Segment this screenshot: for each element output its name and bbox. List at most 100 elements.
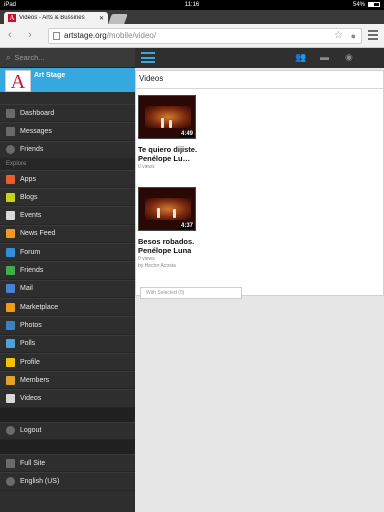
messages-icon[interactable]: ▬: [320, 52, 329, 62]
sidebar-item-label: Photos: [20, 321, 42, 329]
sidebar-separator: [0, 407, 135, 422]
page-title: Videos: [136, 71, 383, 89]
main-top-bar: 👥 ▬ ◉: [135, 48, 384, 68]
sidebar-item-label: Marketplace: [20, 303, 59, 311]
sidebar-item-friends[interactable]: Friends: [0, 261, 135, 280]
sidebar-item-polls[interactable]: Polls: [0, 334, 135, 353]
battery-status: 54%: [353, 2, 380, 8]
blogs-icon: [6, 192, 15, 202]
full-site-link[interactable]: Full Site: [0, 454, 135, 473]
tab-title: Videos - Arts & Bussines: [19, 15, 85, 21]
sidebar-item-events[interactable]: Events: [0, 206, 135, 225]
sidebar-item-label: Forum: [20, 248, 41, 256]
sidebar-item-news-feed[interactable]: News Feed: [0, 224, 135, 244]
browser-toolbar: ‹ › artstage.org/mobile/video/ ☆ ●: [0, 24, 384, 48]
new-tab-button[interactable]: [108, 14, 128, 24]
sidebar-item-photos[interactable]: Photos: [0, 316, 135, 335]
sidebar-item-label: Polls: [20, 340, 36, 348]
bookmark-star-icon[interactable]: ☆: [334, 29, 343, 43]
apps-icon: [6, 174, 15, 184]
video-duration: 4:37: [179, 223, 194, 229]
menu-toggle-icon[interactable]: [141, 52, 155, 63]
explore-header: Explore: [0, 158, 135, 170]
video-title[interactable]: Te quiero dijiste. Penélope Lu…: [138, 145, 198, 163]
sidebar-item-videos[interactable]: Videos: [0, 389, 135, 408]
monitor-icon: [6, 458, 15, 468]
sidebar-item-label: Apps: [20, 175, 36, 183]
thumbnail-figure: [173, 209, 176, 218]
logout-label: Logout: [20, 427, 42, 435]
sidebar-item-marketplace[interactable]: Marketplace: [0, 297, 135, 317]
tab-close-icon[interactable]: ✕: [99, 15, 104, 22]
search-icon: ⌕: [6, 52, 11, 62]
friends-icon: [6, 266, 15, 276]
sidebar: ⌕ Search... A Art Stage Dashboard Messag…: [0, 48, 135, 512]
sidebar-item-apps[interactable]: Apps: [0, 169, 135, 189]
sidebar-item-label: Blogs: [20, 193, 38, 201]
browser-menu-icon[interactable]: [368, 30, 378, 42]
sidebar-item-mail[interactable]: Mail: [0, 279, 135, 298]
profile-header[interactable]: A Art Stage: [0, 68, 135, 93]
video-item[interactable]: 4:37 Besos robados. Penélope Luna 0 view…: [138, 187, 198, 269]
friend-requests-icon[interactable]: 👥: [295, 52, 306, 63]
clock: 11:16: [184, 1, 200, 8]
browser-tab[interactable]: A Videos - Arts & Bussines ✕: [4, 12, 108, 24]
video-duration: 4:49: [179, 131, 194, 137]
sidebar-item-messages[interactable]: Messages: [0, 122, 135, 141]
with-selected-dropdown[interactable]: With Selected (0): [140, 287, 242, 299]
site-favicon: A: [8, 14, 16, 22]
thumbnail-image: [145, 106, 191, 128]
video-views: 0 views: [138, 164, 155, 170]
globe-icon: [6, 476, 15, 486]
sidebar-item-forum[interactable]: Forum: [0, 243, 135, 262]
sidebar-item-friends[interactable]: Friends: [0, 140, 135, 159]
video-thumbnail[interactable]: 4:37: [138, 187, 196, 231]
notifications-icon[interactable]: ◉: [345, 52, 353, 63]
forum-icon: [6, 247, 15, 257]
friends-icon: [6, 145, 15, 155]
sidebar-item-label: Messages: [20, 127, 52, 135]
sidebar-item-dashboard[interactable]: Dashboard: [0, 104, 135, 123]
logout-button[interactable]: Logout: [0, 421, 135, 441]
video-author[interactable]: by Hector Acosta: [138, 263, 198, 269]
sidebar-item-members[interactable]: Members: [0, 371, 135, 390]
battery-icon: [368, 2, 380, 7]
explore-list: Apps Blogs Events News Feed Forum Friends Mail…: [0, 169, 135, 408]
thumbnail-figure: [169, 120, 172, 128]
address-bar[interactable]: artstage.org/mobile/video/ ☆ ●: [48, 28, 362, 44]
back-icon[interactable]: ‹: [8, 29, 12, 41]
search-input[interactable]: ⌕ Search...: [0, 48, 135, 68]
rss-icon: [6, 229, 15, 239]
power-icon: [6, 426, 15, 436]
thumbnail-image: [145, 198, 191, 220]
video-title[interactable]: Besos robados. Penélope Luna: [138, 237, 198, 255]
mail-icon: [6, 284, 15, 294]
video-item[interactable]: 4:49 Te quiero dijiste. Penélope Lu… 0 v…: [138, 95, 198, 170]
videos-panel: Videos 4:49 Te quiero dijiste. Penélope …: [135, 70, 384, 299]
messages-icon: [6, 126, 15, 136]
battery-percent: 54%: [352, 1, 365, 8]
marketplace-icon: [6, 302, 15, 312]
sidebar-item-label: Events: [20, 212, 42, 220]
video-thumbnail[interactable]: 4:49: [138, 95, 196, 139]
tab-strip: A Videos - Arts & Bussines ✕: [0, 10, 384, 24]
sidebar-item-label: Mail: [20, 285, 33, 293]
events-icon: [6, 211, 15, 221]
sidebar-item-profile[interactable]: Profile: [0, 352, 135, 372]
thumbnail-figure: [161, 118, 164, 128]
sidebar-item-label: News Feed: [20, 230, 56, 238]
language-selector[interactable]: English (US): [0, 472, 135, 491]
microphone-icon[interactable]: ●: [351, 29, 356, 43]
sidebar-item-label: Friends: [20, 267, 44, 275]
forward-icon[interactable]: ›: [28, 29, 32, 41]
photos-icon: [6, 320, 15, 330]
url-path: /mobile/video/: [106, 31, 157, 40]
sidebar-item-blogs[interactable]: Blogs: [0, 188, 135, 207]
url-host: artstage.org: [64, 31, 107, 40]
video-views: 0 views: [138, 256, 155, 262]
sidebar-separator: [0, 440, 135, 455]
sidebar-item-label: Videos: [20, 395, 42, 403]
profile-icon: [6, 357, 15, 367]
full-site-label: Full Site: [20, 459, 46, 467]
